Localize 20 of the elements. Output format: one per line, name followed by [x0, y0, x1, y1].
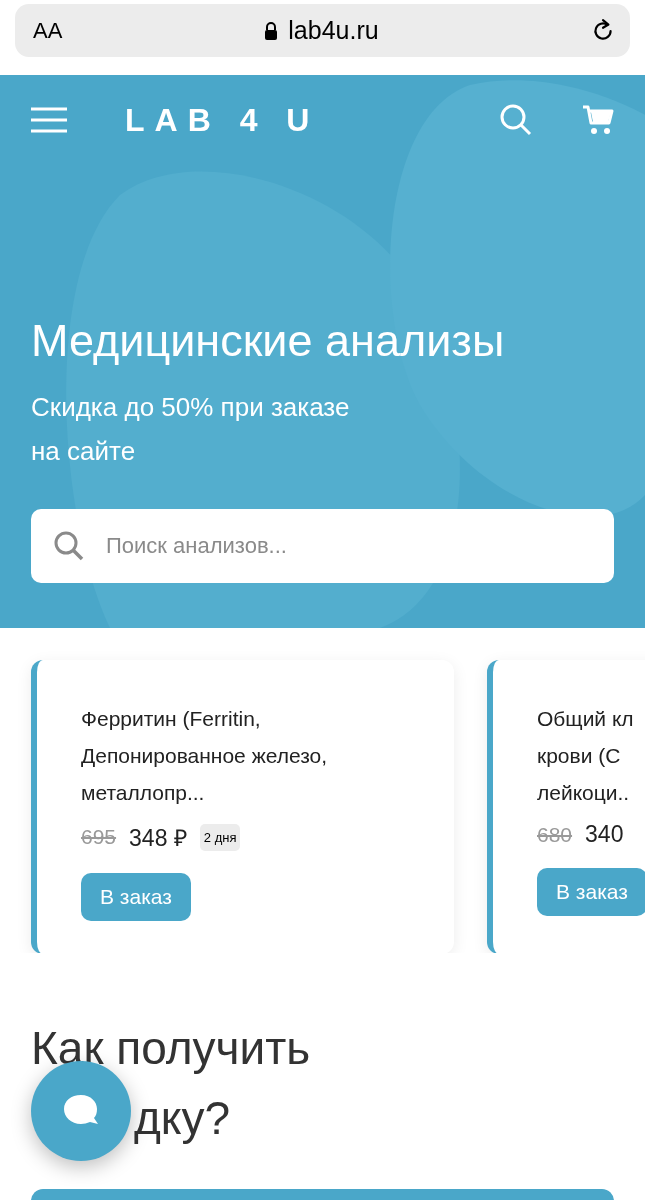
- section-heading: дку?: [134, 1091, 231, 1146]
- text-size-button[interactable]: AA: [33, 17, 113, 44]
- search-field[interactable]: Поиск анализов...: [31, 509, 614, 583]
- duration-badge: 2 дня: [199, 823, 241, 851]
- section-heading: Как получить: [31, 1021, 312, 1076]
- product-name[interactable]: Общий кл крови (С лейкоци..: [537, 700, 645, 811]
- address-bar[interactable]: AA lab4u.ru: [15, 4, 630, 57]
- old-price: 695: [81, 825, 117, 849]
- cart-icon[interactable]: [582, 104, 614, 136]
- hero-title: Медицинские анализы: [31, 315, 506, 367]
- url-text: lab4u.ru: [288, 16, 379, 45]
- price: 348 ₽: [129, 824, 187, 853]
- search-icon[interactable]: [500, 104, 532, 136]
- hero-subtitle: Скидка до 50% при заказе на сайте: [31, 391, 351, 468]
- search-icon: [53, 530, 85, 562]
- lock-icon: [264, 21, 279, 40]
- menu-icon[interactable]: [31, 106, 67, 134]
- old-price: 680: [537, 822, 573, 847]
- product-name[interactable]: Ферритин (Ferritin, Депонированное железо, металлопр...: [81, 700, 454, 811]
- price: 340: [585, 821, 624, 848]
